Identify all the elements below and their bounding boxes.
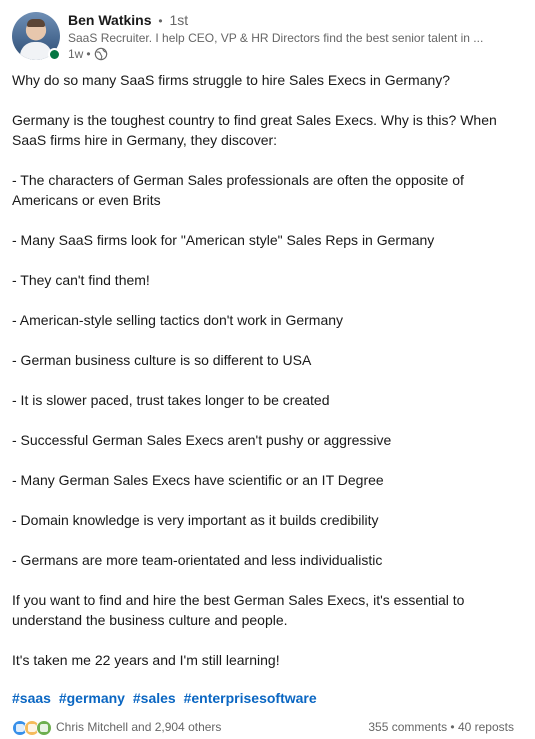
celebrate-reaction-icon — [36, 720, 52, 736]
globe-icon — [94, 47, 107, 61]
hashtag-list: #saas #germany #sales #enterprisesoftwar… — [12, 690, 321, 706]
post-paragraph: Germany is the toughest country to find … — [12, 112, 497, 148]
post-paragraph: - It is slower paced, trust takes longer… — [12, 392, 330, 408]
post-paragraph: If you want to find and hire the best Ge… — [12, 592, 465, 628]
post-paragraph: - They can't find them! — [12, 272, 150, 288]
separator-dot: • — [86, 47, 91, 61]
author-name-line: Ben Watkins • 1st — [68, 12, 188, 28]
author-name[interactable]: Ben Watkins — [68, 12, 152, 28]
hashtag-link[interactable]: #saas — [12, 690, 51, 706]
online-status-icon — [48, 48, 61, 61]
post-meta: 1w • — [68, 47, 108, 61]
author-headline[interactable]: SaaS Recruiter. I help CEO, VP & HR Dire… — [68, 31, 518, 45]
connection-degree: 1st — [169, 12, 189, 28]
post-body: Why do so many SaaS firms struggle to hi… — [12, 70, 524, 670]
hashtag-link[interactable]: #sales — [133, 690, 176, 706]
post-paragraph: - Germans are more team-orientated and l… — [12, 552, 383, 568]
post-header: Ben Watkins • 1st SaaS Recruiter. I help… — [12, 10, 527, 64]
post-paragraph: - Many German Sales Execs have scientifi… — [12, 472, 384, 488]
post-paragraph: Why do so many SaaS firms struggle to hi… — [12, 72, 451, 88]
engagement-counts: 355 comments • 40 reposts — [368, 720, 514, 734]
hashtag-link[interactable]: #germany — [59, 690, 125, 706]
post-paragraph: It's taken me 22 years and I'm still lea… — [12, 652, 280, 668]
post-paragraph: - German business culture is so differen… — [12, 352, 312, 368]
separator-dot: • — [158, 14, 163, 28]
post-paragraph: - Domain knowledge is very important as … — [12, 512, 379, 528]
post-paragraph: - American-style selling tactics don't w… — [12, 312, 344, 328]
comments-count[interactable]: 355 comments — [368, 720, 447, 734]
post-paragraph: - Successful German Sales Execs aren't p… — [12, 432, 392, 448]
hashtag-link[interactable]: #enterprisesoftware — [184, 690, 317, 706]
reaction-icons[interactable] — [12, 720, 52, 736]
reposts-count[interactable]: 40 reposts — [458, 720, 514, 734]
post-paragraph: - Many SaaS firms look for "American sty… — [12, 232, 435, 248]
post-paragraph: - The characters of German Sales profess… — [12, 172, 464, 208]
separator-dot: • — [450, 720, 455, 734]
social-counts-bar: Chris Mitchell and 2,904 others 355 comm… — [12, 718, 522, 738]
reactors-summary[interactable]: Chris Mitchell and 2,904 others — [56, 720, 221, 734]
avatar-shirt — [20, 42, 52, 60]
avatar-hair — [27, 19, 45, 27]
post-time[interactable]: 1w — [68, 47, 83, 61]
